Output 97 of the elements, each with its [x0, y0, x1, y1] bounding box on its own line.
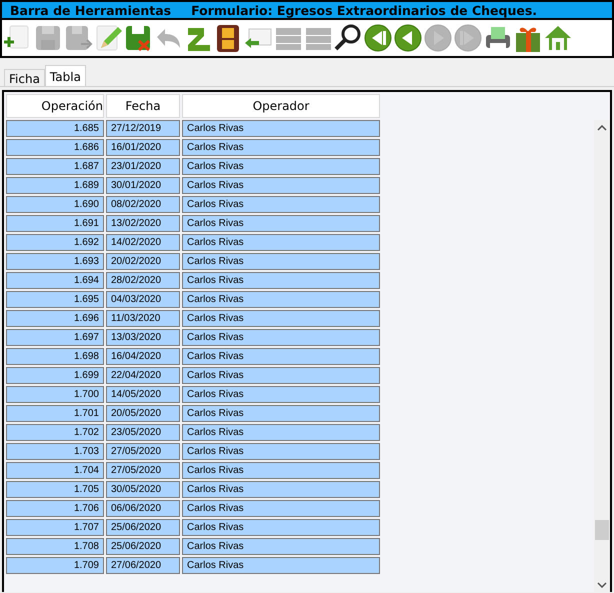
table-cell: 1.699 [6, 367, 104, 384]
save-cancel-icon [123, 23, 153, 53]
table-cell: Carlos Rivas [182, 500, 380, 517]
table-cell: Carlos Rivas [182, 462, 380, 479]
table-cell: Carlos Rivas [182, 557, 380, 574]
toolbar-title: Barra de Herramientas [10, 2, 172, 18]
table-cell: 1.698 [6, 348, 104, 365]
table-cell: 1.696 [6, 310, 104, 327]
last-icon [453, 23, 483, 53]
table-cell: 1.689 [6, 177, 104, 194]
table-cell: Carlos Rivas [182, 272, 380, 289]
table-cell: Carlos Rivas [182, 253, 380, 270]
table-cell: 1.702 [6, 424, 104, 441]
scroll-down-icon[interactable] [597, 582, 607, 588]
prev-icon [393, 23, 423, 53]
table-cell: Carlos Rivas [182, 481, 380, 498]
table-cell: 23/01/2020 [106, 158, 180, 175]
table-cell: 27/06/2020 [106, 557, 180, 574]
table-cell: 08/02/2020 [106, 196, 180, 213]
table-cell: 1.705 [6, 481, 104, 498]
table-cell: Carlos Rivas [182, 310, 380, 327]
table-cell: 1.686 [6, 139, 104, 156]
table-cell: 04/03/2020 [106, 291, 180, 308]
table-cell: 1.694 [6, 272, 104, 289]
table-cell: 27/12/2019 [106, 120, 180, 137]
table-cell: 28/02/2020 [106, 272, 180, 289]
table-cell: 14/02/2020 [106, 234, 180, 251]
table-cell: 1.700 [6, 386, 104, 403]
table-cell: Carlos Rivas [182, 215, 380, 232]
table-cell: 1.691 [6, 215, 104, 232]
table-cell: 20/05/2020 [106, 405, 180, 422]
scrollbar[interactable] [594, 120, 610, 592]
save-cancel-button[interactable] [123, 23, 153, 53]
table-cell: Carlos Rivas [182, 329, 380, 346]
table-cell: 1.687 [6, 158, 104, 175]
table-cell: Carlos Rivas [182, 196, 380, 213]
prev-button[interactable] [393, 23, 423, 53]
table-cell: 1.706 [6, 500, 104, 517]
table-cell: Carlos Rivas [182, 443, 380, 460]
table-cell: Carlos Rivas [182, 177, 380, 194]
table-cell: 1.695 [6, 291, 104, 308]
table-cell: 27/05/2020 [106, 443, 180, 460]
table-cell: 20/02/2020 [106, 253, 180, 270]
table-cell: 14/05/2020 [106, 386, 180, 403]
table-cell: Carlos Rivas [182, 519, 380, 536]
column-header[interactable]: Operación [6, 94, 104, 118]
save-icon [33, 23, 63, 53]
table-cell: 25/06/2020 [106, 519, 180, 536]
table-cell: 1.707 [6, 519, 104, 536]
table-cell: Carlos Rivas [182, 405, 380, 422]
tab[interactable]: Ficha [4, 69, 45, 86]
table-cell: Carlos Rivas [182, 234, 380, 251]
table-cell: 13/03/2020 [106, 329, 180, 346]
first-button[interactable] [363, 23, 393, 53]
table-cell: Carlos Rivas [182, 367, 380, 384]
table-cell: 1.701 [6, 405, 104, 422]
table-cell: Carlos Rivas [182, 291, 380, 308]
column-header[interactable]: Fecha [106, 94, 180, 118]
table-cell: 06/06/2020 [106, 500, 180, 517]
table-cell: Carlos Rivas [182, 120, 380, 137]
search-button[interactable] [333, 23, 363, 53]
table-cell: 23/05/2020 [106, 424, 180, 441]
table-cell: 16/04/2020 [106, 348, 180, 365]
table-cell: 1.685 [6, 120, 104, 137]
save-as-icon [63, 23, 93, 53]
table-cell: 1.709 [6, 557, 104, 574]
table-cell: 11/03/2020 [106, 310, 180, 327]
table-cell: Carlos Rivas [182, 348, 380, 365]
table-cell: 25/06/2020 [106, 538, 180, 555]
table-cell: Carlos Rivas [182, 139, 380, 156]
table-cell: 30/05/2020 [106, 481, 180, 498]
home-icon [543, 23, 573, 53]
scroll-up-icon[interactable] [597, 125, 607, 131]
table-cell: 27/05/2020 [106, 462, 180, 479]
table-cell: Carlos Rivas [182, 424, 380, 441]
home-button[interactable] [543, 23, 573, 53]
table-cell: 1.690 [6, 196, 104, 213]
table-cell: Carlos Rivas [182, 538, 380, 555]
table-cell: 1.703 [6, 443, 104, 460]
table-cell: 1.692 [6, 234, 104, 251]
next-icon [423, 23, 453, 53]
search-icon [333, 23, 363, 53]
table-cell: 30/01/2020 [106, 177, 180, 194]
table-cell: 1.708 [6, 538, 104, 555]
table-cell: Carlos Rivas [182, 158, 380, 175]
table-cell: Carlos Rivas [182, 386, 380, 403]
scroll-thumb[interactable] [595, 520, 609, 540]
column-header[interactable]: Operador [182, 94, 380, 118]
table-cell: 1.697 [6, 329, 104, 346]
form-title: Formulario: Egresos Extraordinarios de Cheques. [191, 2, 538, 18]
table-cell: 1.693 [6, 253, 104, 270]
table-cell: 22/04/2020 [106, 367, 180, 384]
table-cell: 16/01/2020 [106, 139, 180, 156]
tab[interactable]: Tabla [44, 65, 86, 86]
table-cell: 1.704 [6, 462, 104, 479]
first-icon [363, 23, 393, 53]
table-cell: 13/02/2020 [106, 215, 180, 232]
